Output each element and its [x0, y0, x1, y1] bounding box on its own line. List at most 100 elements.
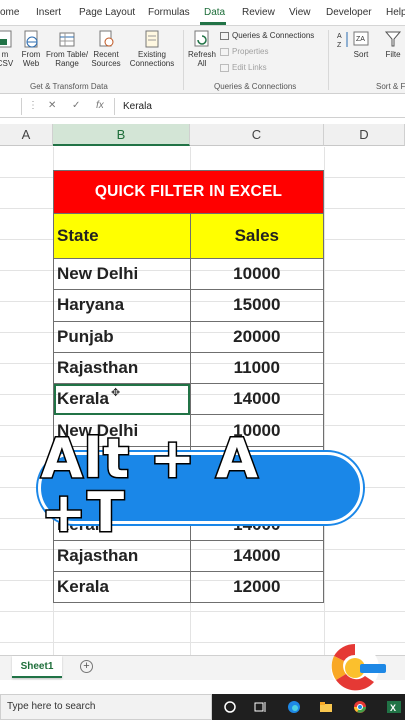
sort-button[interactable]: ZA Sort — [350, 30, 372, 59]
queries-icon — [220, 31, 229, 40]
formula-bar: ⋮ ✕ ✓ fx Kerala — [0, 96, 405, 118]
table-row: Kerala 12000 — [53, 570, 325, 604]
table-icon — [59, 32, 75, 47]
tab-data[interactable]: Data — [204, 7, 225, 18]
tab-home[interactable]: ome — [0, 7, 19, 18]
edit-links-item[interactable]: Edit Links — [220, 63, 267, 72]
column-header-d[interactable]: D — [324, 124, 405, 146]
column-header-a[interactable]: A — [0, 124, 53, 146]
ribbon-tabs: ome Insert Page Layout Formulas Data Rev… — [0, 0, 405, 26]
refresh-all-label: Refresh All — [187, 50, 216, 68]
ribbon-separator — [183, 30, 184, 90]
state-cell[interactable]: Rajasthan — [53, 351, 191, 385]
state-cell[interactable]: Haryana — [53, 289, 191, 322]
from-table-range-button[interactable]: From Table/ Range — [44, 30, 90, 68]
svg-text:X: X — [390, 703, 396, 713]
table-row: Haryana 15000 — [53, 289, 325, 322]
state-cell[interactable]: Rajasthan — [53, 539, 191, 572]
insert-function-icon[interactable]: fx — [96, 100, 104, 111]
table-row: Rajasthan 14000 — [53, 539, 325, 572]
svg-text:Z: Z — [337, 42, 342, 49]
refresh-all-button[interactable]: Refresh All — [186, 30, 218, 68]
sort-icon: ZA — [353, 31, 369, 46]
cancel-icon[interactable]: ✕ — [48, 100, 56, 111]
from-table-label: From Table/ Range — [45, 50, 89, 68]
filter-button[interactable]: Filte — [380, 30, 405, 59]
table-row: Kerala 14000 — [53, 383, 325, 416]
filter-label: Filte — [385, 50, 401, 59]
state-header[interactable]: State — [53, 213, 191, 259]
tab-formulas[interactable]: Formulas — [148, 7, 190, 18]
sales-cell[interactable]: 14000 — [189, 383, 325, 416]
taskbar-search-box[interactable]: Type here to search — [0, 694, 212, 720]
shortcut-text: Alt + A +T — [40, 427, 260, 544]
table-row: New Delhi 10000 — [53, 257, 325, 291]
state-cell[interactable]: New Delhi — [53, 257, 191, 291]
existing-connections-button[interactable]: Existing Connections — [126, 30, 178, 68]
tab-view[interactable]: View — [289, 7, 311, 18]
sales-cell[interactable]: 11000 — [189, 351, 325, 385]
tab-insert[interactable]: Insert — [36, 7, 61, 18]
file-explorer-icon[interactable] — [318, 699, 334, 715]
cortana-icon[interactable] — [222, 699, 238, 715]
state-cell[interactable]: Kerala — [53, 570, 191, 604]
sales-cell[interactable]: 12000 — [189, 570, 325, 604]
svg-text:ZA: ZA — [356, 36, 365, 43]
windows-taskbar: Type here to search X — [0, 694, 405, 720]
queries-connections-item[interactable]: Queries & Connections — [220, 31, 314, 40]
recent-sources-button[interactable]: Recent Sources — [90, 30, 122, 68]
sort-label: Sort — [353, 50, 369, 59]
tab-developer[interactable]: Developer — [326, 7, 372, 18]
table-row: Punjab 20000 — [53, 320, 325, 353]
table-title[interactable]: QUICK FILTER IN EXCEL — [53, 170, 324, 214]
from-csv-button[interactable]: m CSV — [0, 30, 16, 68]
ribbon-separator — [328, 30, 329, 90]
sort-filter-group-label: Sort & F — [376, 82, 405, 91]
get-transform-group-label: Get & Transform Data — [30, 82, 108, 91]
filter-funnel-icon — [384, 31, 402, 47]
recent-sources-icon — [99, 30, 114, 47]
channel-logo — [331, 643, 386, 692]
queries-connections-label: Queries & Connections — [232, 31, 315, 40]
from-csv-label: m CSV — [0, 50, 14, 68]
formula-input[interactable]: Kerala — [114, 98, 405, 115]
edge-icon[interactable] — [286, 699, 302, 715]
sales-cell[interactable]: 10000 — [189, 257, 325, 291]
enter-icon[interactable]: ✓ — [72, 100, 80, 111]
search-placeholder: Type here to search — [7, 701, 96, 712]
properties-item[interactable]: Properties — [220, 47, 268, 56]
tab-page-layout[interactable]: Page Layout — [79, 7, 135, 18]
column-header-b[interactable]: B — [53, 124, 190, 146]
connections-icon — [145, 30, 159, 48]
cell-cursor-icon: ✥ — [111, 387, 121, 399]
globe-icon — [24, 30, 38, 48]
queries-group-label: Queries & Connections — [214, 82, 297, 91]
state-cell[interactable]: Punjab — [53, 320, 191, 353]
shortcut-overlay: Alt + A +T — [38, 430, 363, 541]
edit-links-icon — [220, 63, 229, 72]
from-web-button[interactable]: From Web — [18, 30, 44, 68]
sales-cell[interactable]: 14000 — [189, 539, 325, 572]
refresh-icon — [194, 30, 209, 47]
task-view-icon[interactable] — [252, 699, 268, 715]
svg-text:A: A — [337, 33, 342, 40]
sales-header[interactable]: Sales — [189, 213, 325, 259]
active-tab-indicator — [200, 22, 226, 25]
sales-cell[interactable]: 20000 — [189, 320, 325, 353]
recent-sources-label: Recent Sources — [91, 50, 121, 68]
column-header-c[interactable]: C — [190, 124, 324, 146]
sales-cell[interactable]: 15000 — [189, 289, 325, 322]
excel-taskbar-icon[interactable]: X — [386, 699, 402, 715]
add-sheet-icon[interactable]: + — [80, 660, 93, 673]
name-box[interactable] — [0, 98, 22, 115]
from-web-label: From Web — [21, 50, 41, 68]
namebox-dropdown-icon[interactable]: ⋮ — [28, 100, 38, 111]
tab-review[interactable]: Review — [242, 7, 275, 18]
table-row: Rajasthan11000 — [53, 351, 325, 385]
csv-file-icon — [0, 30, 12, 48]
tab-help[interactable]: Help — [386, 7, 405, 18]
chrome-icon[interactable] — [352, 699, 368, 715]
grid-line — [324, 147, 325, 655]
active-state-cell[interactable]: Kerala — [53, 383, 191, 416]
sheet-tab-sheet1[interactable]: Sheet1 — [12, 656, 62, 678]
